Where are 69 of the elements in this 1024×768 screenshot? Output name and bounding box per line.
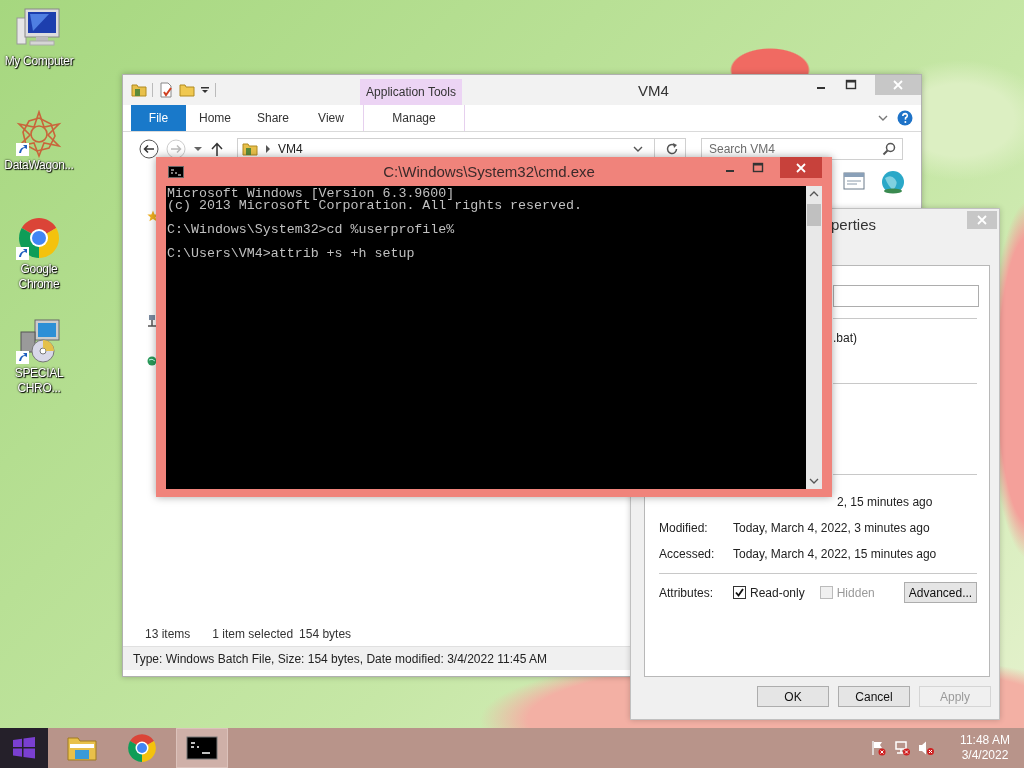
- console-line: (c) 2013 Microsoft Corporation. All rights reserved.: [167, 200, 583, 212]
- file-tab[interactable]: File: [131, 105, 186, 131]
- back-icon[interactable]: [139, 139, 159, 159]
- window-title: C:\Windows\System32\cmd.exe: [382, 163, 596, 180]
- clock-time: 11:48 AM: [960, 733, 1010, 748]
- context-tab-header: Application Tools: [360, 79, 462, 105]
- ribbon-tab[interactable]: Manage: [363, 105, 465, 131]
- maximize-icon[interactable]: [752, 161, 764, 174]
- checkbox-label: Hidden: [836, 585, 875, 600]
- network-icon[interactable]: [147, 314, 157, 328]
- globe-icon[interactable]: [881, 170, 905, 194]
- checkbox-label: Read-only: [750, 585, 805, 600]
- globe-icon[interactable]: [147, 356, 157, 366]
- console-line: C:\Windows\System32>cd %userprofile%: [167, 224, 456, 236]
- caret-icon[interactable]: [193, 144, 203, 154]
- console-icon: [168, 165, 184, 178]
- search-field[interactable]: Search VM4: [701, 138, 903, 160]
- network-icon[interactable]: [894, 740, 910, 756]
- dialog-button[interactable]: OK: [757, 686, 829, 707]
- created-value: 2, 15 minutes ago: [837, 495, 934, 509]
- clock-date: 3/4/2022: [961, 748, 1009, 763]
- flag-icon[interactable]: [870, 740, 886, 756]
- selection-size: 154 bytes: [299, 627, 352, 641]
- advanced-button[interactable]: Advanced...: [904, 582, 977, 603]
- search-icon[interactable]: [882, 142, 896, 156]
- scroll-down-icon[interactable]: [809, 477, 819, 485]
- item-count: 13 items: [145, 627, 191, 641]
- maximize-icon[interactable]: [845, 79, 857, 91]
- field-value: Today, March 4, 2022, 3 minutes ago: [733, 521, 930, 535]
- ribbon-tab[interactable]: Home: [186, 105, 244, 131]
- help-icon[interactable]: [897, 110, 913, 126]
- chevron-right-icon: [264, 144, 272, 154]
- details-text: Type: Windows Batch File, Size: 154 bytes, Date modified: 3/4/2022 11:45 AM: [133, 651, 547, 666]
- up-arrow-icon[interactable]: [210, 141, 224, 157]
- selection-count: 1 item selected: [212, 627, 294, 641]
- folder-icon: [242, 141, 258, 157]
- folder-icon[interactable]: [131, 82, 147, 98]
- windows-logo-icon[interactable]: [12, 736, 36, 760]
- dialog-button[interactable]: Cancel: [838, 686, 910, 707]
- scrollbar[interactable]: [806, 186, 822, 489]
- browser-icon[interactable]: [126, 732, 158, 764]
- refresh-icon[interactable]: [665, 142, 679, 156]
- dialog-title: perties: [831, 216, 877, 233]
- checkbox[interactable]: [733, 586, 746, 599]
- ribbon-tab[interactable]: View: [302, 105, 360, 131]
- document-check-icon[interactable]: [158, 82, 174, 98]
- console-line: Microsoft Windows [Version 6.3.9600]: [167, 188, 456, 200]
- scroll-thumb[interactable]: [807, 204, 821, 226]
- type-text: .bat): [833, 331, 858, 345]
- address-text: VM4: [278, 142, 303, 156]
- dialog-button: Apply: [919, 686, 991, 707]
- console-line: C:\Users\VM4>attrib +s +h setup: [167, 248, 416, 260]
- start-button[interactable]: [0, 728, 48, 768]
- star-icon[interactable]: [147, 210, 159, 222]
- star-pattern-icon[interactable]: [15, 110, 63, 158]
- field-label: Modified:: [659, 521, 709, 535]
- close-icon[interactable]: [796, 162, 806, 173]
- installer-icon[interactable]: [15, 318, 63, 366]
- window-title: VM4: [637, 81, 670, 99]
- window-icon[interactable]: [843, 172, 865, 190]
- field-label: Accessed:: [659, 547, 716, 561]
- field-value: Today, March 4, 2022, 15 minutes ago: [733, 547, 937, 561]
- scroll-up-icon[interactable]: [809, 190, 819, 198]
- close-button[interactable]: [780, 157, 822, 178]
- ribbon-tab[interactable]: Share: [244, 105, 302, 131]
- name-field[interactable]: [833, 285, 979, 307]
- taskbar-button[interactable]: [176, 728, 228, 768]
- field-label: Attributes:: [659, 585, 715, 600]
- speaker-icon[interactable]: [918, 740, 934, 756]
